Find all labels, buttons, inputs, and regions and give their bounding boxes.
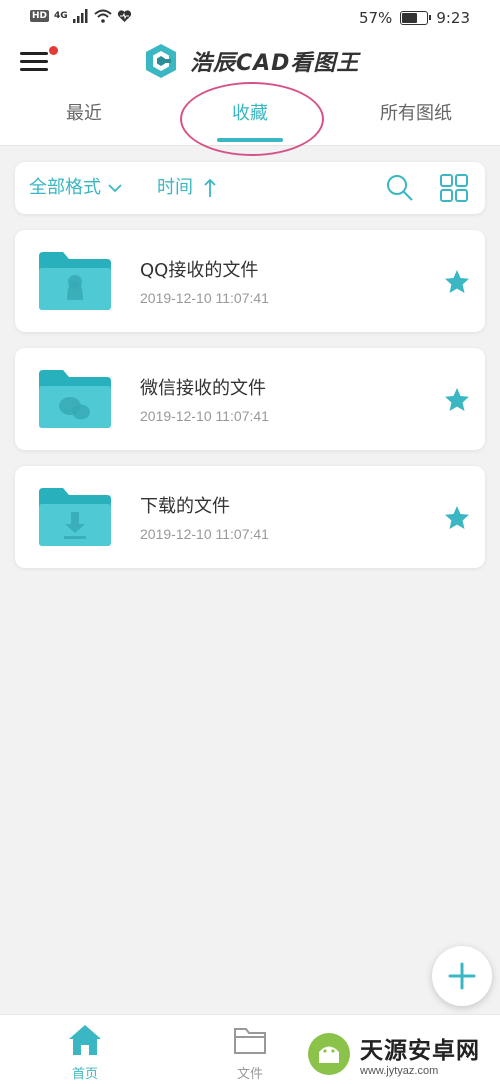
home-icon (69, 1025, 101, 1055)
sort-label: 时间 (157, 177, 193, 198)
nav-home[interactable]: 首页 (35, 1015, 135, 1084)
watermark-text: 天源安卓网 www.jytyaz.com (360, 1031, 480, 1077)
status-bar: HD 4G 57% 9:23 (0, 0, 500, 36)
star-icon[interactable] (443, 268, 471, 296)
search-button[interactable] (385, 173, 415, 203)
sort-time-button[interactable]: 时间 (157, 162, 217, 214)
menu-icon-line (20, 60, 48, 63)
grid-view-icon (440, 174, 468, 202)
qq-folder-icon (39, 252, 111, 310)
file-card-wechat[interactable]: 微信接收的文件 2019-12-10 11:07:41 (15, 348, 485, 450)
folder-icon (234, 1028, 266, 1054)
menu-button[interactable] (18, 44, 58, 78)
tab-recent[interactable]: 最近 (20, 96, 148, 146)
notification-dot (49, 46, 58, 55)
watermark: 天源安卓网 www.jytyaz.com (306, 1028, 496, 1080)
file-name: QQ接收的文件 (140, 260, 259, 281)
add-button[interactable] (432, 946, 492, 1006)
menu-icon-line (20, 68, 48, 71)
arrow-up-icon (204, 178, 216, 197)
watermark-url: www.jytyaz.com (360, 1065, 439, 1077)
file-date: 2019-12-10 11:07:41 (140, 290, 269, 306)
signal-icon (72, 9, 88, 23)
file-card-qq[interactable]: QQ接收的文件 2019-12-10 11:07:41 (15, 230, 485, 332)
app-bar: 浩辰CAD看图王 (0, 36, 500, 94)
chevron-down-icon (108, 184, 122, 193)
hd-indicator: HD (30, 10, 50, 22)
battery-fill (402, 13, 418, 23)
health-heart-icon (117, 9, 131, 22)
active-tab-indicator (217, 138, 283, 142)
nav-files-label: 文件 (236, 1067, 263, 1082)
nav-home-label: 首页 (71, 1067, 98, 1082)
tab-bar: 最近 收藏 所有图纸 (0, 96, 500, 146)
network-label: 4G (54, 11, 68, 21)
file-name: 下载的文件 (140, 496, 230, 517)
download-folder-icon (39, 488, 111, 546)
app-logo-icon (146, 44, 176, 78)
wifi-icon (94, 9, 112, 23)
star-icon[interactable] (443, 504, 471, 532)
format-filter-label: 全部格式 (29, 177, 101, 198)
status-right: 57% 9:23 (359, 9, 470, 27)
file-date: 2019-12-10 11:07:41 (140, 408, 269, 424)
search-icon (387, 175, 413, 201)
battery-icon (400, 11, 432, 25)
battery-percent: 57% (358, 9, 393, 27)
app-brand: 浩辰CAD看图王 (142, 42, 359, 80)
android-logo-icon (308, 1033, 350, 1075)
tab-all-drawings[interactable]: 所有图纸 (352, 96, 480, 146)
app-title: 浩辰CAD看图王 (190, 51, 360, 76)
grid-view-button[interactable] (439, 173, 469, 203)
file-name: 微信接收的文件 (140, 378, 266, 399)
file-date: 2019-12-10 11:07:41 (140, 526, 269, 542)
format-filter-dropdown[interactable]: 全部格式 (29, 162, 123, 214)
menu-icon (20, 52, 48, 55)
clock: 9:23 (436, 9, 470, 27)
wechat-folder-icon (39, 370, 111, 428)
filter-bar: 全部格式 时间 (15, 162, 485, 214)
top-panel: HD 4G 57% 9:23 浩辰CAD看图王 最近 收藏 所有图纸 (0, 0, 500, 146)
watermark-title: 天源安卓网 (360, 1038, 480, 1064)
star-icon[interactable] (443, 386, 471, 414)
file-card-download[interactable]: 下载的文件 2019-12-10 11:07:41 (15, 466, 485, 568)
plus-icon (448, 962, 476, 990)
nav-files[interactable]: 文件 (200, 1015, 300, 1084)
status-left: HD 4G (30, 9, 132, 23)
